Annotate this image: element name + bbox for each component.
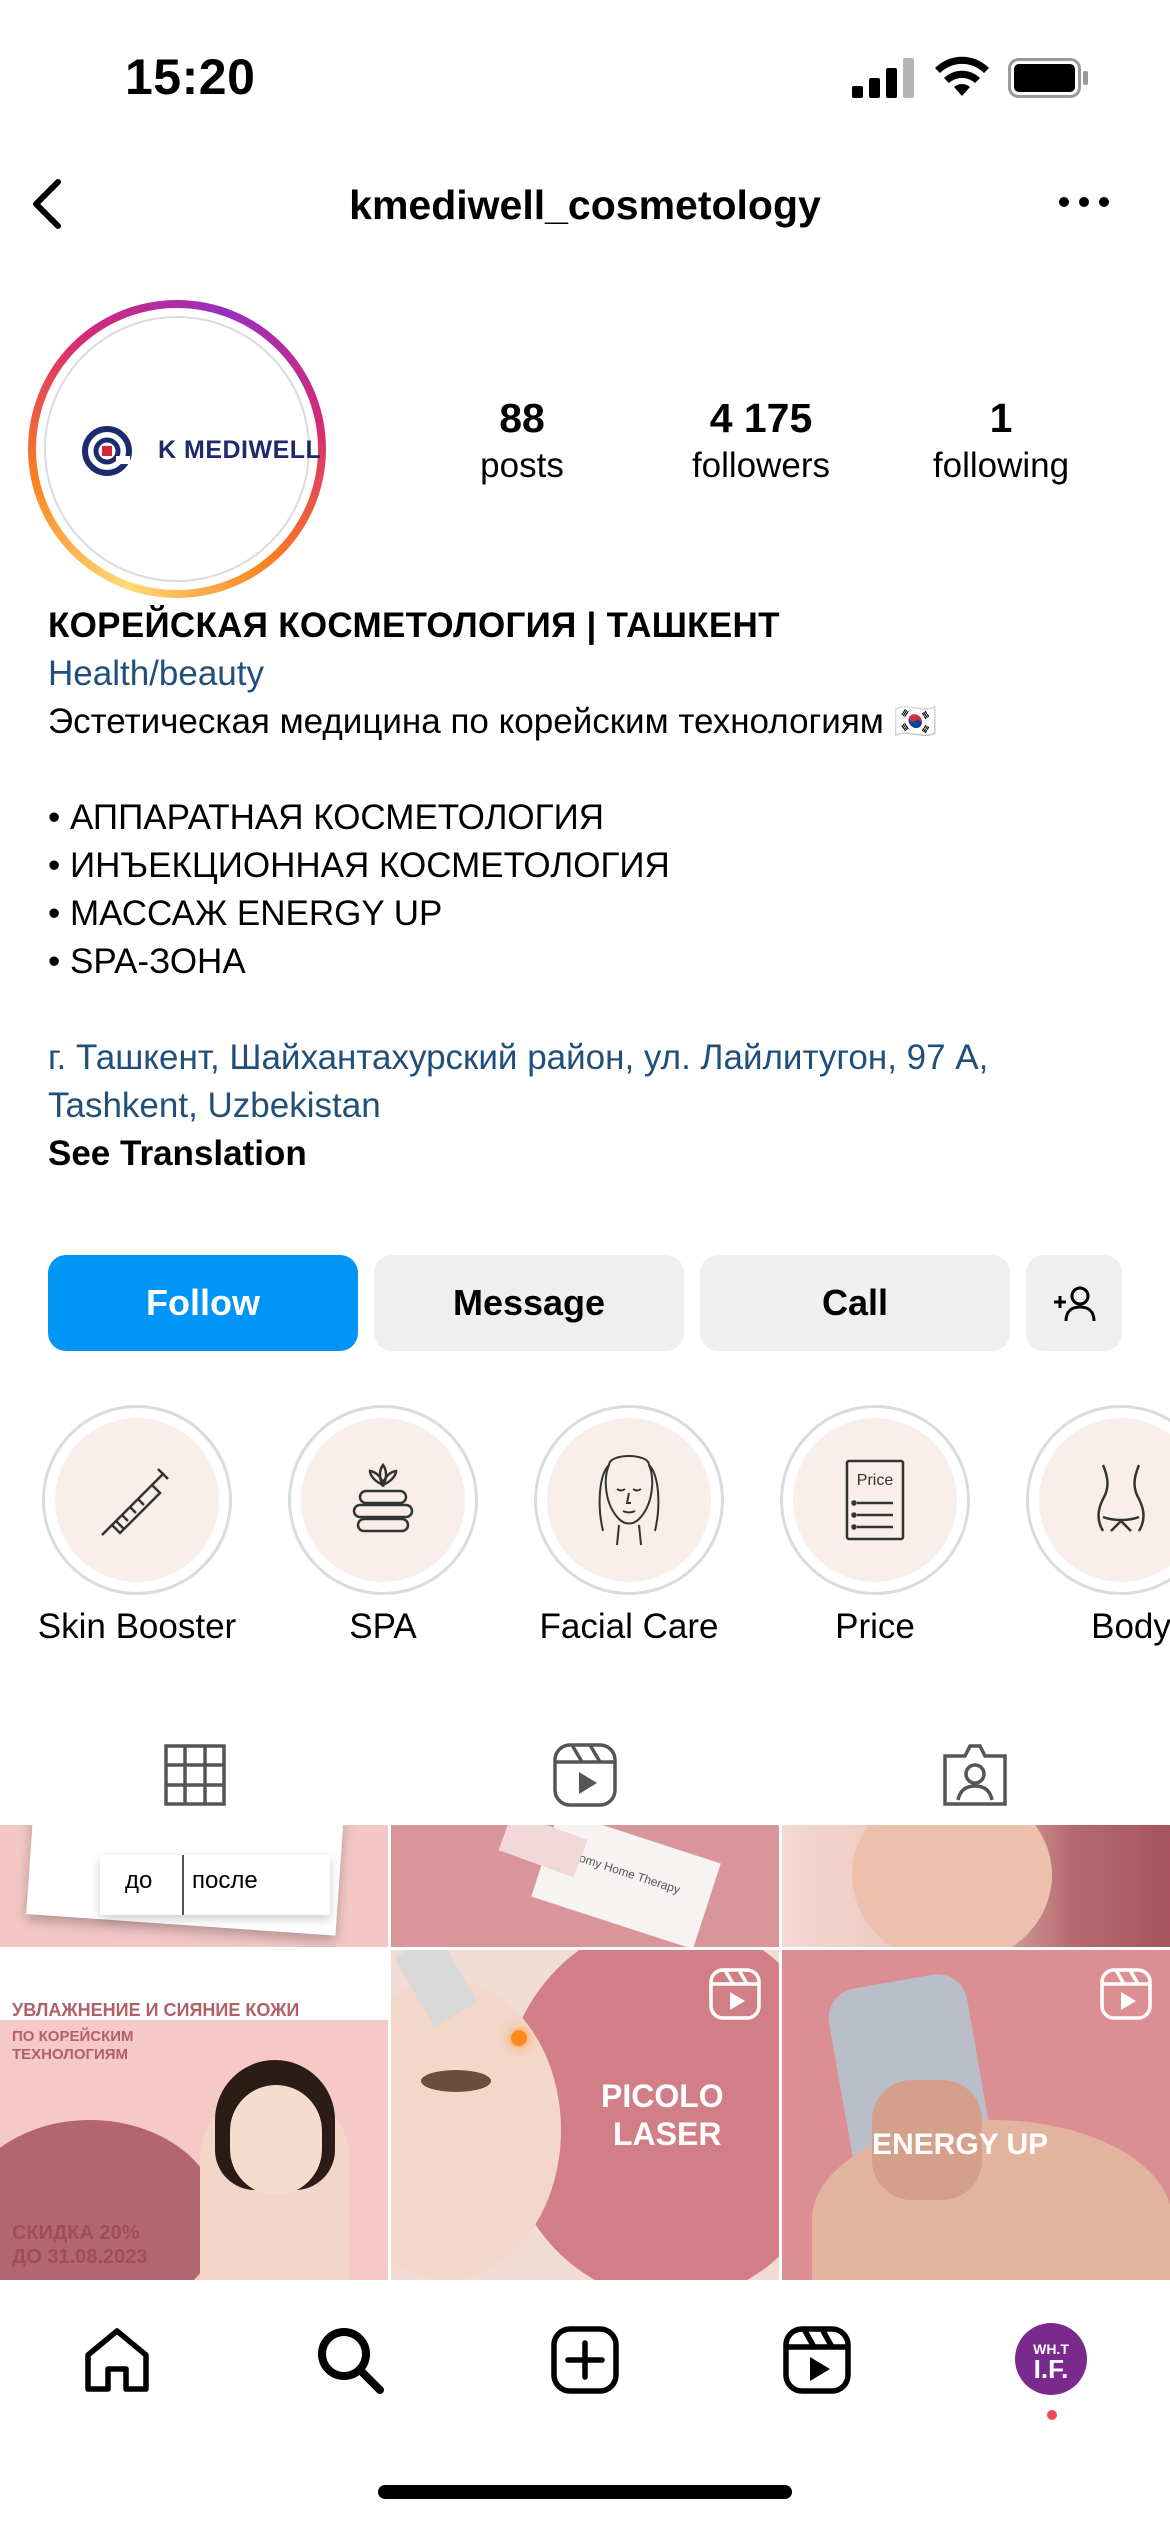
stat-following-label: following xyxy=(932,446,1070,485)
post-tile[interactable]: PICOLO LASER xyxy=(391,1950,779,2280)
stat-followers[interactable]: 4 175 followers xyxy=(641,395,881,486)
highlight-label: SPA xyxy=(349,1607,417,1646)
post-headline: УВЛАЖНЕНИЕ И СИЯНИЕ КОЖИ xyxy=(12,2000,300,2020)
post-promo-discount: СКИДКА 20% xyxy=(12,2222,140,2244)
status-bar: 15:20 xyxy=(0,0,1170,150)
highlight-label: Facial Care xyxy=(539,1607,719,1646)
post-tile[interactable]: до после xyxy=(0,1825,388,1947)
post-title: ENERGY UP xyxy=(872,2128,1049,2161)
stat-followers-label: followers xyxy=(691,446,831,485)
syringe-icon xyxy=(101,1468,169,1536)
tab-reels[interactable] xyxy=(390,1725,780,1825)
more-options-icon[interactable] xyxy=(1054,182,1114,222)
tagged-icon xyxy=(943,1744,1007,1806)
stat-posts-value: 88 xyxy=(499,395,545,441)
post-title-line1: PICOLO xyxy=(601,2078,724,2114)
status-time: 15:20 xyxy=(125,49,256,105)
stat-posts-label: posts xyxy=(480,446,564,485)
bio-service-item: • АППАРАТНАЯ КОСМЕТОЛОГИЯ xyxy=(48,798,605,837)
nav-avatar-text2: I.F. xyxy=(1033,2354,1069,2384)
post-tile[interactable]: ENERGY UP xyxy=(782,1950,1170,2280)
profile-username: kmediwell_cosmetology xyxy=(349,182,821,228)
reel-badge-icon xyxy=(709,1968,761,2020)
reels-icon xyxy=(783,2326,851,2394)
price-list-icon: Price xyxy=(845,1459,905,1541)
profile-address-line1[interactable]: г. Ташкент, Шайхантахурский район, ул. Л… xyxy=(48,1034,1138,1082)
tab-tagged[interactable] xyxy=(780,1725,1170,1825)
post-tile[interactable]: Atomy Home Therapy xyxy=(391,1825,779,1947)
post-title-line2: LASER xyxy=(613,2116,722,2152)
profile-avatar: K MEDIWELL xyxy=(44,316,321,582)
home-indicator[interactable] xyxy=(378,2485,792,2499)
wifi-icon xyxy=(935,56,989,96)
follow-button[interactable]: Follow xyxy=(48,1255,358,1351)
nav-home[interactable] xyxy=(77,2320,157,2400)
profile-bio: КОРЕЙСКАЯ КОСМЕТОЛОГИЯ | ТАШКЕНТ Health/… xyxy=(48,602,1138,1178)
see-translation-link[interactable]: See Translation xyxy=(48,1130,1138,1178)
post-label-after: после xyxy=(192,1867,258,1894)
tab-posts-grid[interactable] xyxy=(0,1725,390,1825)
highlight-label: Skin Booster xyxy=(37,1607,237,1646)
reel-badge-icon xyxy=(318,1968,370,2020)
nav-search[interactable] xyxy=(310,2320,390,2400)
highlight-label: Price xyxy=(835,1607,915,1646)
highlight-label: Body xyxy=(1091,1607,1170,1646)
post-tile[interactable] xyxy=(782,1825,1170,1947)
profile-address-line2[interactable]: Tashkent, Uzbekistan xyxy=(48,1082,1138,1130)
profile-category: Health/beauty xyxy=(48,654,264,693)
add-person-icon xyxy=(1054,1286,1096,1322)
stat-followers-value: 4 175 xyxy=(709,395,813,441)
home-icon xyxy=(85,2328,149,2392)
profile-tabs xyxy=(0,1725,1170,1825)
profile-header: kmediwell_cosmetology xyxy=(0,160,1170,250)
suggested-accounts-button[interactable] xyxy=(1026,1255,1122,1351)
k-mediwell-logo: K MEDIWELL xyxy=(80,424,321,478)
call-button[interactable]: Call xyxy=(700,1255,1010,1351)
price-icon-text: Price xyxy=(857,1472,894,1489)
stat-following-value: 1 xyxy=(989,395,1013,441)
reel-badge-icon xyxy=(1100,1968,1152,2020)
notification-dot xyxy=(1047,2410,1057,2420)
post-subtitle: ПО КОРЕЙСКИМ ТЕХНОЛОГИЯМ xyxy=(12,2028,134,2063)
grid-icon xyxy=(164,1744,226,1806)
logo-mark-icon xyxy=(82,426,132,476)
bio-service-item: • SPA-ЗОНА xyxy=(48,942,246,981)
posts-grid: до после Atomy Home Therapy УВЛАЖНЕНИЕ И… xyxy=(0,1825,1170,2280)
post-label-before: до xyxy=(125,1867,153,1894)
post-tile[interactable]: УВЛАЖНЕНИЕ И СИЯНИЕ КОЖИ ПО КОРЕЙСКИМ ТЕ… xyxy=(0,1950,388,2280)
stat-posts[interactable]: 88 posts xyxy=(402,395,642,486)
bio-service-item: • ИНЪЕКЦИОННАЯ КОСМЕТОЛОГИЯ xyxy=(48,846,670,885)
search-icon xyxy=(318,2328,384,2394)
body-icon xyxy=(1097,1464,1145,1532)
logo-text: K MEDIWELL xyxy=(158,436,322,464)
create-icon xyxy=(551,2326,619,2394)
spa-stones-icon xyxy=(352,1462,414,1533)
stat-following[interactable]: 1 following xyxy=(881,395,1121,486)
profile-display-name: КОРЕЙСКАЯ КОСМЕТОЛОГИЯ | ТАШКЕНТ xyxy=(48,606,780,645)
message-button[interactable]: Message xyxy=(374,1255,684,1351)
battery-icon xyxy=(1008,58,1088,98)
nav-profile-avatar[interactable]: WH.T I.F. xyxy=(1015,2323,1087,2395)
bio-service-item: • МАССАЖ ENERGY UP xyxy=(48,894,443,933)
cellular-signal-icon xyxy=(852,58,914,98)
nav-create[interactable] xyxy=(545,2320,625,2400)
reels-icon xyxy=(553,1743,617,1807)
profile-avatar-ring[interactable]: K MEDIWELL xyxy=(28,300,326,598)
post-promo-date: ДО 31.08.2023 xyxy=(12,2246,148,2268)
face-icon xyxy=(598,1455,660,1546)
bio-description: Эстетическая медицина по корейским техно… xyxy=(48,702,938,741)
nav-reels[interactable] xyxy=(777,2320,857,2400)
